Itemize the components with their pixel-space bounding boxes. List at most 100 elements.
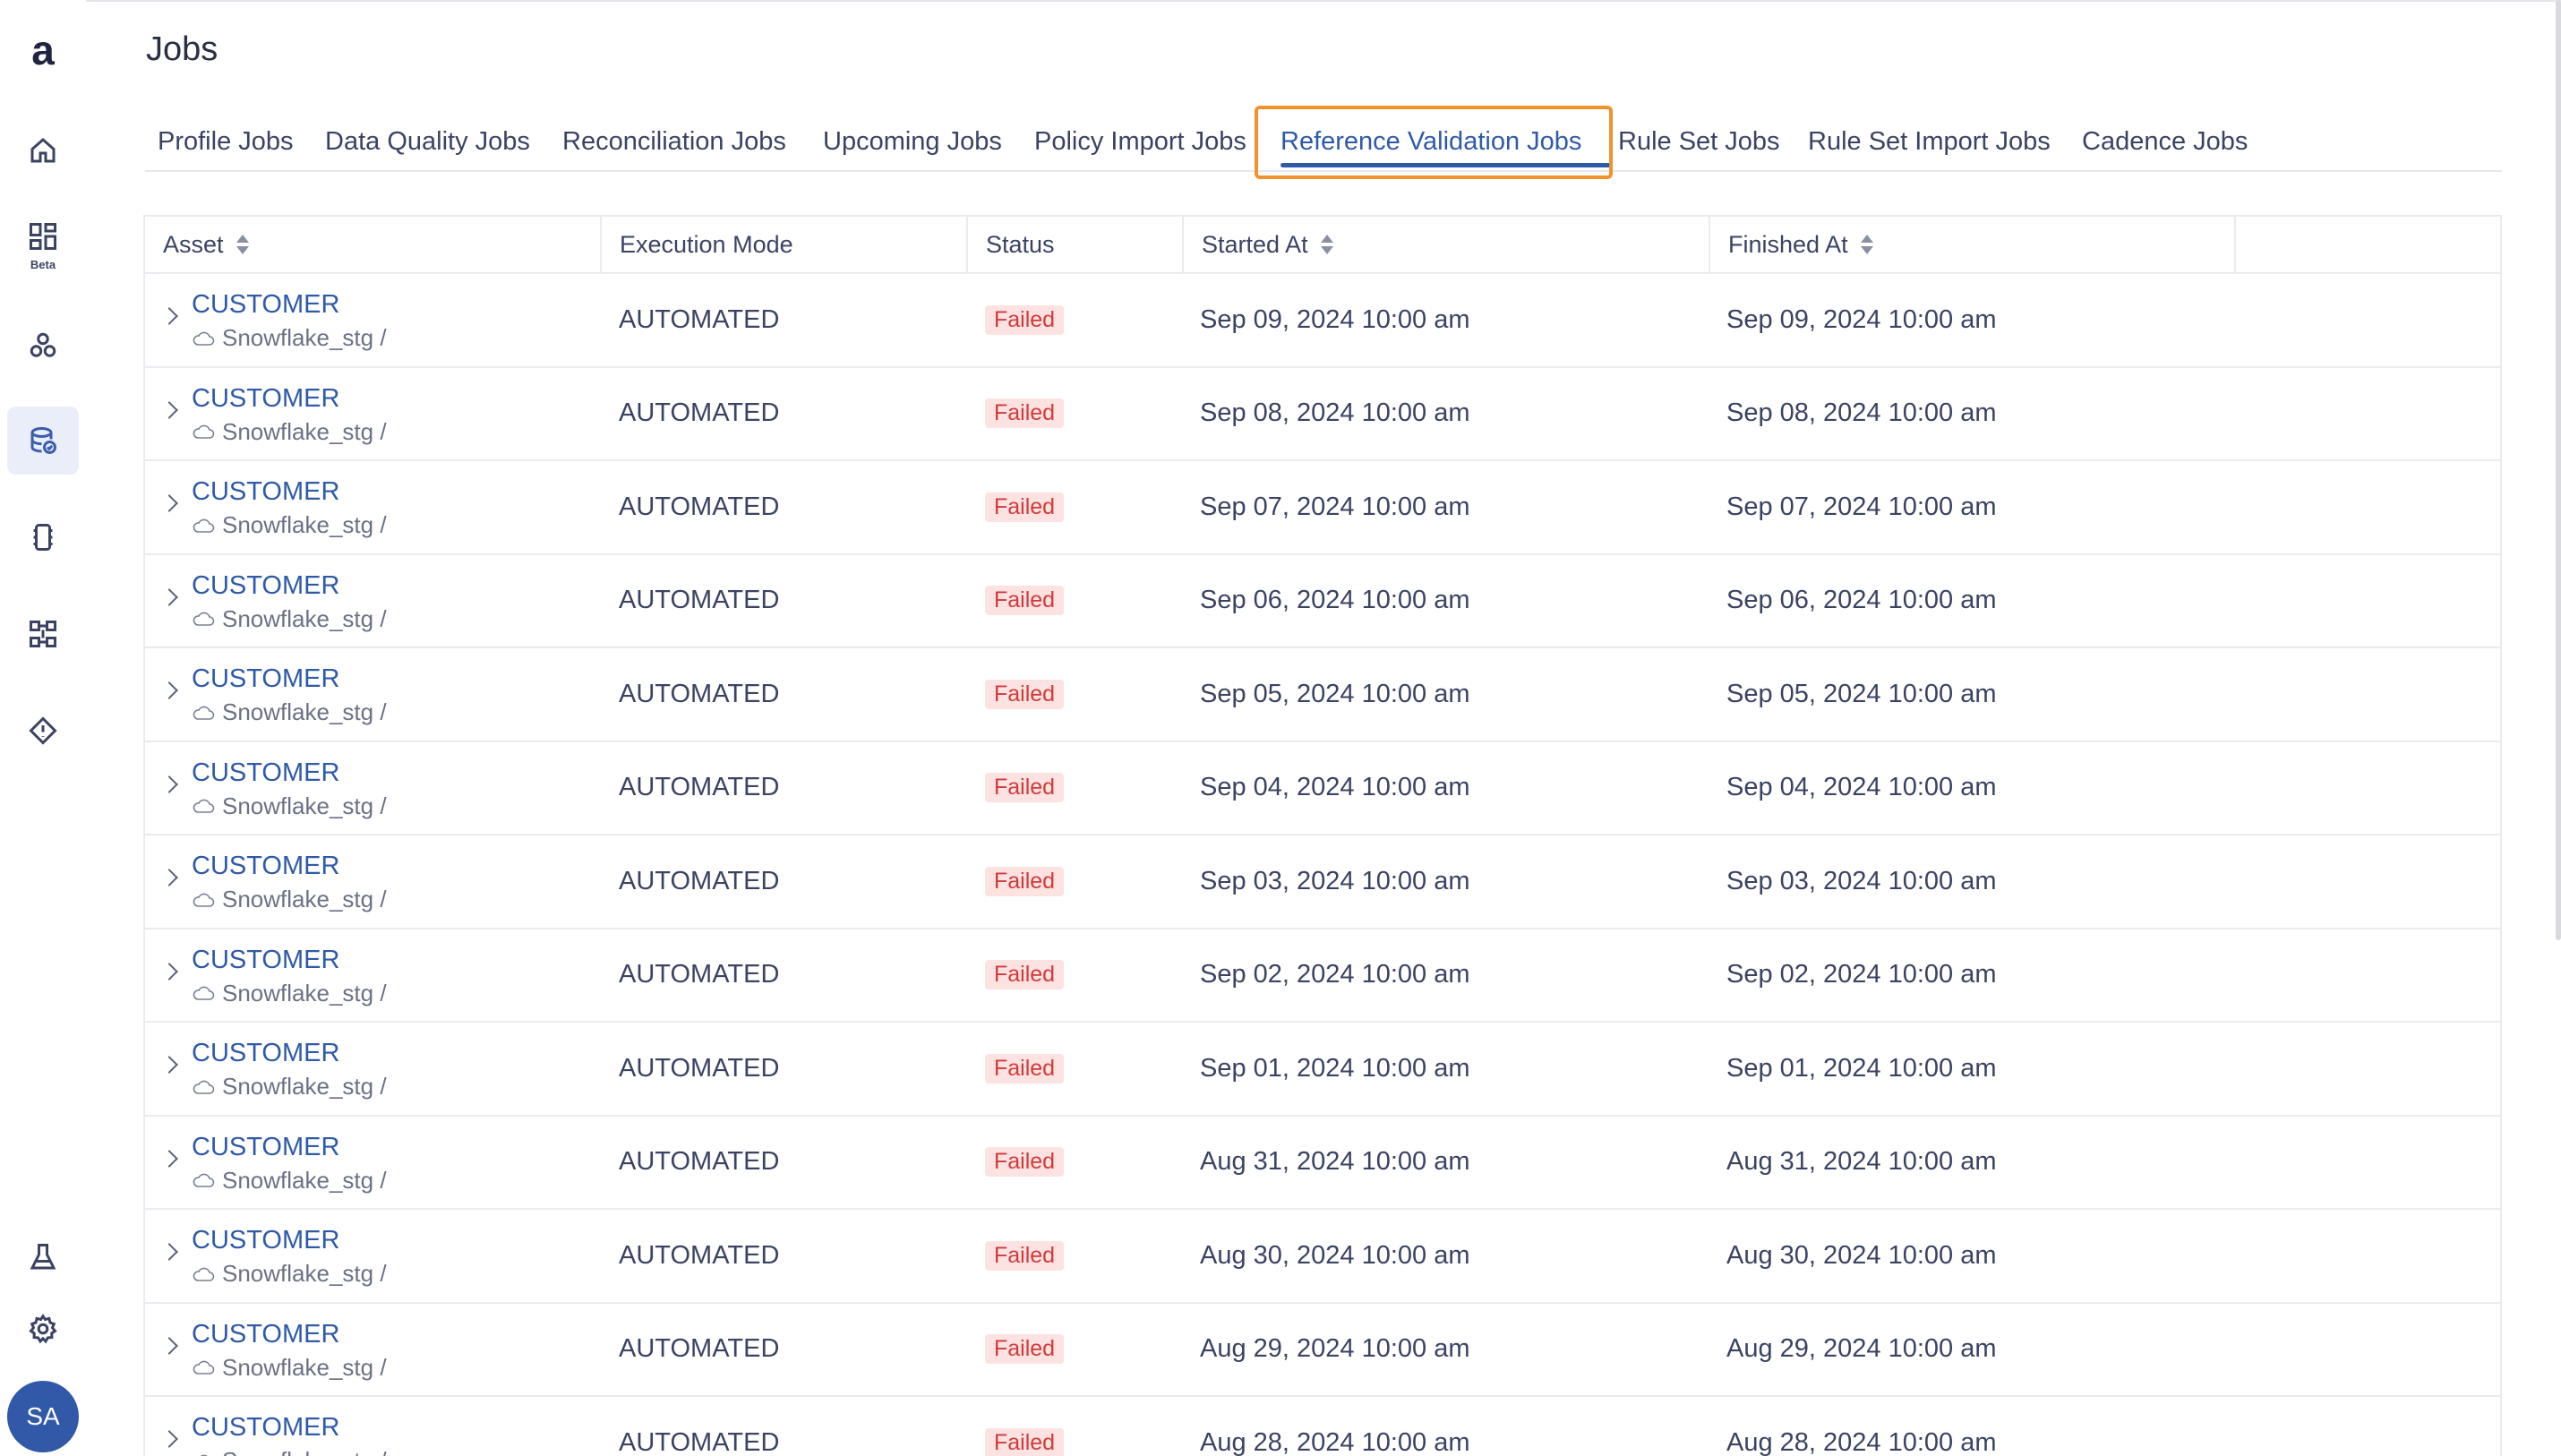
status-badge: Failed <box>985 586 1065 616</box>
asset-name-link[interactable]: CUSTOMER <box>192 1320 339 1349</box>
table-row[interactable]: CUSTOMER Snowflake_stg / AUTOMATED Faile… <box>145 1023 2500 1117</box>
sidebar-item-hierarchy[interactable] <box>7 312 79 380</box>
finished-at-cell: Aug 28, 2024 10:00 am <box>1726 1427 1997 1456</box>
alert-icon <box>29 716 57 745</box>
asset-source: Snowflake_stg / <box>192 792 387 820</box>
asset-name-link[interactable]: CUSTOMER <box>192 290 339 320</box>
cloud-icon <box>193 1173 215 1187</box>
asset-source: Snowflake_stg / <box>192 1447 387 1456</box>
user-avatar[interactable]: SA <box>7 1381 79 1452</box>
expand-chevron-icon[interactable] <box>160 400 178 419</box>
asset-name-link[interactable]: CUSTOMER <box>192 758 339 788</box>
table-row[interactable]: CUSTOMER Snowflake_stg / AUTOMATED Faile… <box>145 274 2500 368</box>
tab-reference-validation-jobs[interactable]: Reference Validation Jobs <box>1280 127 1581 157</box>
sidebar-item-data-reliability[interactable] <box>7 407 79 475</box>
expand-chevron-icon[interactable] <box>160 494 178 512</box>
sidebar-item-lab[interactable] <box>7 1223 79 1291</box>
table-body: CUSTOMER Snowflake_stg / AUTOMATED Faile… <box>145 274 2500 1456</box>
expand-chevron-icon[interactable] <box>160 681 178 699</box>
table-row[interactable]: CUSTOMER Snowflake_stg / AUTOMATED Faile… <box>145 1210 2500 1304</box>
page-scrollbar[interactable] <box>2556 0 2561 940</box>
expand-chevron-icon[interactable] <box>160 1149 178 1168</box>
asset-name-link[interactable]: CUSTOMER <box>192 1039 339 1068</box>
app-logo[interactable]: a <box>21 32 64 72</box>
sidebar-item-dashboards[interactable] <box>7 208 79 261</box>
tab-data-quality-jobs[interactable]: Data Quality Jobs <box>325 127 530 157</box>
tab-profile-jobs[interactable]: Profile Jobs <box>158 127 294 157</box>
asset-source: Snowflake_stg / <box>192 511 387 539</box>
expand-chevron-icon[interactable] <box>160 1430 178 1448</box>
sidebar-item-alerts[interactable] <box>7 697 79 765</box>
table-row[interactable]: CUSTOMER Snowflake_stg / AUTOMATED Faile… <box>145 929 2500 1023</box>
table-row[interactable]: CUSTOMER Snowflake_stg / AUTOMATED Faile… <box>145 1397 2500 1456</box>
asset-name-link[interactable]: CUSTOMER <box>192 852 339 881</box>
table-row[interactable]: CUSTOMER Snowflake_stg / AUTOMATED Faile… <box>145 555 2500 648</box>
asset-name-link[interactable]: CUSTOMER <box>192 1413 339 1443</box>
asset-name-link[interactable]: CUSTOMER <box>192 384 339 414</box>
asset-name-link[interactable]: CUSTOMER <box>192 946 339 975</box>
cloud-icon <box>193 518 215 533</box>
sidebar-item-integrations[interactable] <box>7 600 79 668</box>
sort-icon[interactable] <box>236 234 249 255</box>
sort-icon[interactable] <box>1320 234 1333 255</box>
asset-name-link[interactable]: CUSTOMER <box>192 477 339 507</box>
table-row[interactable]: CUSTOMER Snowflake_stg / AUTOMATED Faile… <box>145 368 2500 461</box>
finished-at-cell: Sep 06, 2024 10:00 am <box>1726 586 1997 615</box>
sidebar-item-home[interactable] <box>7 116 79 184</box>
expand-chevron-icon[interactable] <box>160 587 178 606</box>
status-badge: Failed <box>985 304 1065 335</box>
expand-chevron-icon[interactable] <box>160 1243 178 1261</box>
column-header-asset[interactable]: Asset <box>145 217 602 272</box>
column-header-started-at[interactable]: Started At <box>1184 217 1710 272</box>
tab-rule-set-jobs[interactable]: Rule Set Jobs <box>1618 127 1780 157</box>
finished-at-cell: Sep 05, 2024 10:00 am <box>1726 679 1997 708</box>
asset-name-link[interactable]: CUSTOMER <box>192 571 339 601</box>
expand-chevron-icon[interactable] <box>160 1336 178 1355</box>
sort-icon[interactable] <box>1860 234 1873 255</box>
column-header-actions <box>2236 217 2502 272</box>
asset-name-link[interactable]: CUSTOMER <box>192 1133 339 1162</box>
finished-at-cell: Sep 02, 2024 10:00 am <box>1726 960 1997 989</box>
execution-mode-cell: AUTOMATED <box>619 960 780 989</box>
asset-name-link[interactable]: CUSTOMER <box>192 664 339 694</box>
status-badge: Failed <box>985 960 1065 990</box>
expand-chevron-icon[interactable] <box>160 869 178 886</box>
tab-reconciliation-jobs[interactable]: Reconciliation Jobs <box>562 127 786 157</box>
tab-policy-import-jobs[interactable]: Policy Import Jobs <box>1034 127 1246 157</box>
sidebar-item-pipelines[interactable] <box>7 503 79 571</box>
finished-at-cell: Sep 07, 2024 10:00 am <box>1726 492 1997 521</box>
table-row[interactable]: CUSTOMER Snowflake_stg / AUTOMATED Faile… <box>145 742 2500 835</box>
active-tab-indicator <box>1280 163 1612 167</box>
expand-chevron-icon[interactable] <box>160 775 178 793</box>
tab-cadence-jobs[interactable]: Cadence Jobs <box>2082 127 2248 157</box>
expand-chevron-icon[interactable] <box>160 962 178 981</box>
asset-cell: CUSTOMER Snowflake_stg / <box>145 461 602 553</box>
expand-chevron-icon[interactable] <box>160 1056 178 1074</box>
sidebar-item-settings[interactable] <box>7 1295 79 1363</box>
table-row[interactable]: CUSTOMER Snowflake_stg / AUTOMATED Faile… <box>145 835 2500 929</box>
execution-mode-cell: AUTOMATED <box>619 866 780 895</box>
execution-mode-cell: AUTOMATED <box>619 398 780 428</box>
finished-at-cell: Sep 01, 2024 10:00 am <box>1726 1053 1997 1083</box>
table-row[interactable]: CUSTOMER Snowflake_stg / AUTOMATED Faile… <box>145 648 2500 742</box>
tab-rule-set-import-jobs[interactable]: Rule Set Import Jobs <box>1808 127 2051 157</box>
finished-at-cell: Aug 30, 2024 10:00 am <box>1726 1240 1997 1270</box>
expand-chevron-icon[interactable] <box>160 307 178 325</box>
tab-upcoming-jobs[interactable]: Upcoming Jobs <box>823 127 1002 157</box>
page-title: Jobs <box>146 30 218 68</box>
column-header-finished-at[interactable]: Finished At <box>1710 217 2236 272</box>
table-row[interactable]: CUSTOMER Snowflake_stg / AUTOMATED Faile… <box>145 461 2500 555</box>
asset-cell: CUSTOMER Snowflake_stg / <box>145 648 602 741</box>
started-at-cell: Aug 28, 2024 10:00 am <box>1200 1427 1470 1456</box>
execution-mode-cell: AUTOMATED <box>619 773 780 802</box>
execution-mode-cell: AUTOMATED <box>619 492 780 521</box>
cloud-icon <box>193 1267 215 1281</box>
table-row[interactable]: CUSTOMER Snowflake_stg / AUTOMATED Faile… <box>145 1117 2500 1210</box>
finished-at-cell: Aug 31, 2024 10:00 am <box>1726 1147 1997 1177</box>
cloud-icon <box>193 1080 215 1094</box>
asset-name-link[interactable]: CUSTOMER <box>192 1226 339 1255</box>
execution-mode-cell: AUTOMATED <box>619 1147 780 1177</box>
svg-text:a: a <box>31 32 55 72</box>
table-row[interactable]: CUSTOMER Snowflake_stg / AUTOMATED Faile… <box>145 1304 2500 1397</box>
finished-at-cell: Sep 08, 2024 10:00 am <box>1726 398 1997 428</box>
